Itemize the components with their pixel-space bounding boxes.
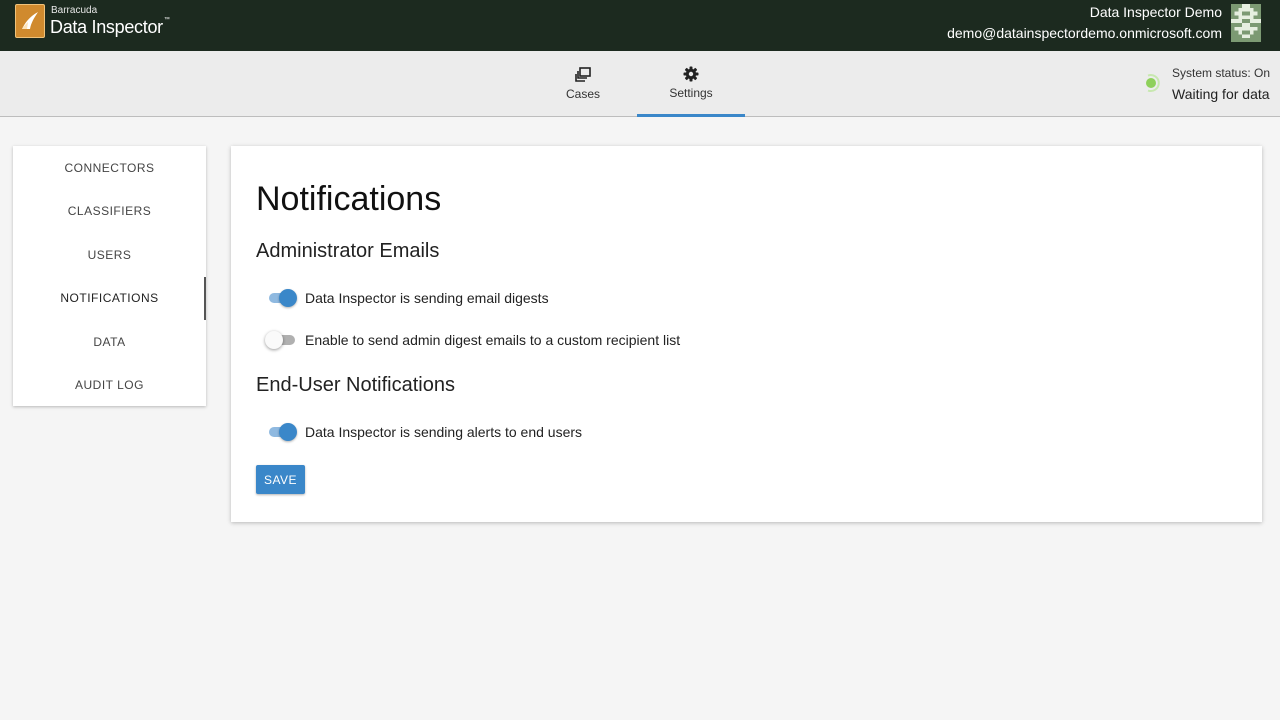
sidebar-item-data[interactable]: DATA [13,320,206,364]
custom-recipient-label: Enable to send admin digest emails to a … [305,332,681,348]
sidebar-item-audit-log[interactable]: AUDIT LOG [13,364,206,408]
user-name: Data Inspector Demo [1089,4,1222,20]
brand-product-name: Data Inspector™ [50,17,170,37]
email-digest-label: Data Inspector is sending email digests [305,290,549,306]
tab-cases-label: Cases [565,87,600,101]
nav-bar: Cases Settings System status: On Waiting… [0,51,1280,117]
end-user-alerts-setting: Data Inspector is sending alerts to end … [267,422,582,442]
brand-company: Barracuda [51,5,98,16]
end-user-notifications-heading: End-User Notifications [256,374,455,396]
toggle-knob [279,423,297,441]
email-digest-toggle[interactable] [267,288,297,308]
system-status-label: System status: On [1172,66,1271,80]
top-bar: Barracuda Data Inspector™ Data Inspector… [0,0,1280,51]
barracuda-logo-icon [15,4,45,38]
admin-emails-heading: Administrator Emails [256,240,440,262]
tab-settings-label: Settings [669,85,713,100]
sidebar-item-users[interactable]: USERS [13,233,206,277]
system-status-detail: Waiting for data [1172,86,1270,102]
toggle-knob [279,289,297,307]
user-email: demo@datainspectordemo.onmicrosoft.com [947,25,1222,41]
end-user-alerts-toggle[interactable] [267,422,297,442]
toggle-knob [265,331,283,349]
settings-sidebar: CONNECTORS CLASSIFIERS USERS NOTIFICATIO… [13,146,206,406]
page-title: Notifications [256,180,442,218]
tab-cases[interactable]: Cases [548,51,618,117]
gear-icon [683,66,699,81]
tab-settings[interactable]: Settings [637,51,745,117]
notifications-panel: Notifications Administrator Emails Data … [231,146,1262,522]
cases-icon [575,67,591,82]
sidebar-item-classifiers[interactable]: CLASSIFIERS [13,190,206,234]
email-digest-setting: Data Inspector is sending email digests [267,288,549,308]
custom-recipient-setting: Enable to send admin digest emails to a … [265,330,681,350]
custom-recipient-toggle[interactable] [265,330,297,350]
save-button[interactable]: SAVE [256,465,305,494]
avatar[interactable] [1230,4,1262,42]
sidebar-item-connectors[interactable]: CONNECTORS [13,146,206,190]
end-user-alerts-label: Data Inspector is sending alerts to end … [305,424,583,440]
status-indicator-icon [1142,73,1160,93]
sidebar-item-notifications[interactable]: NOTIFICATIONS [13,276,206,321]
